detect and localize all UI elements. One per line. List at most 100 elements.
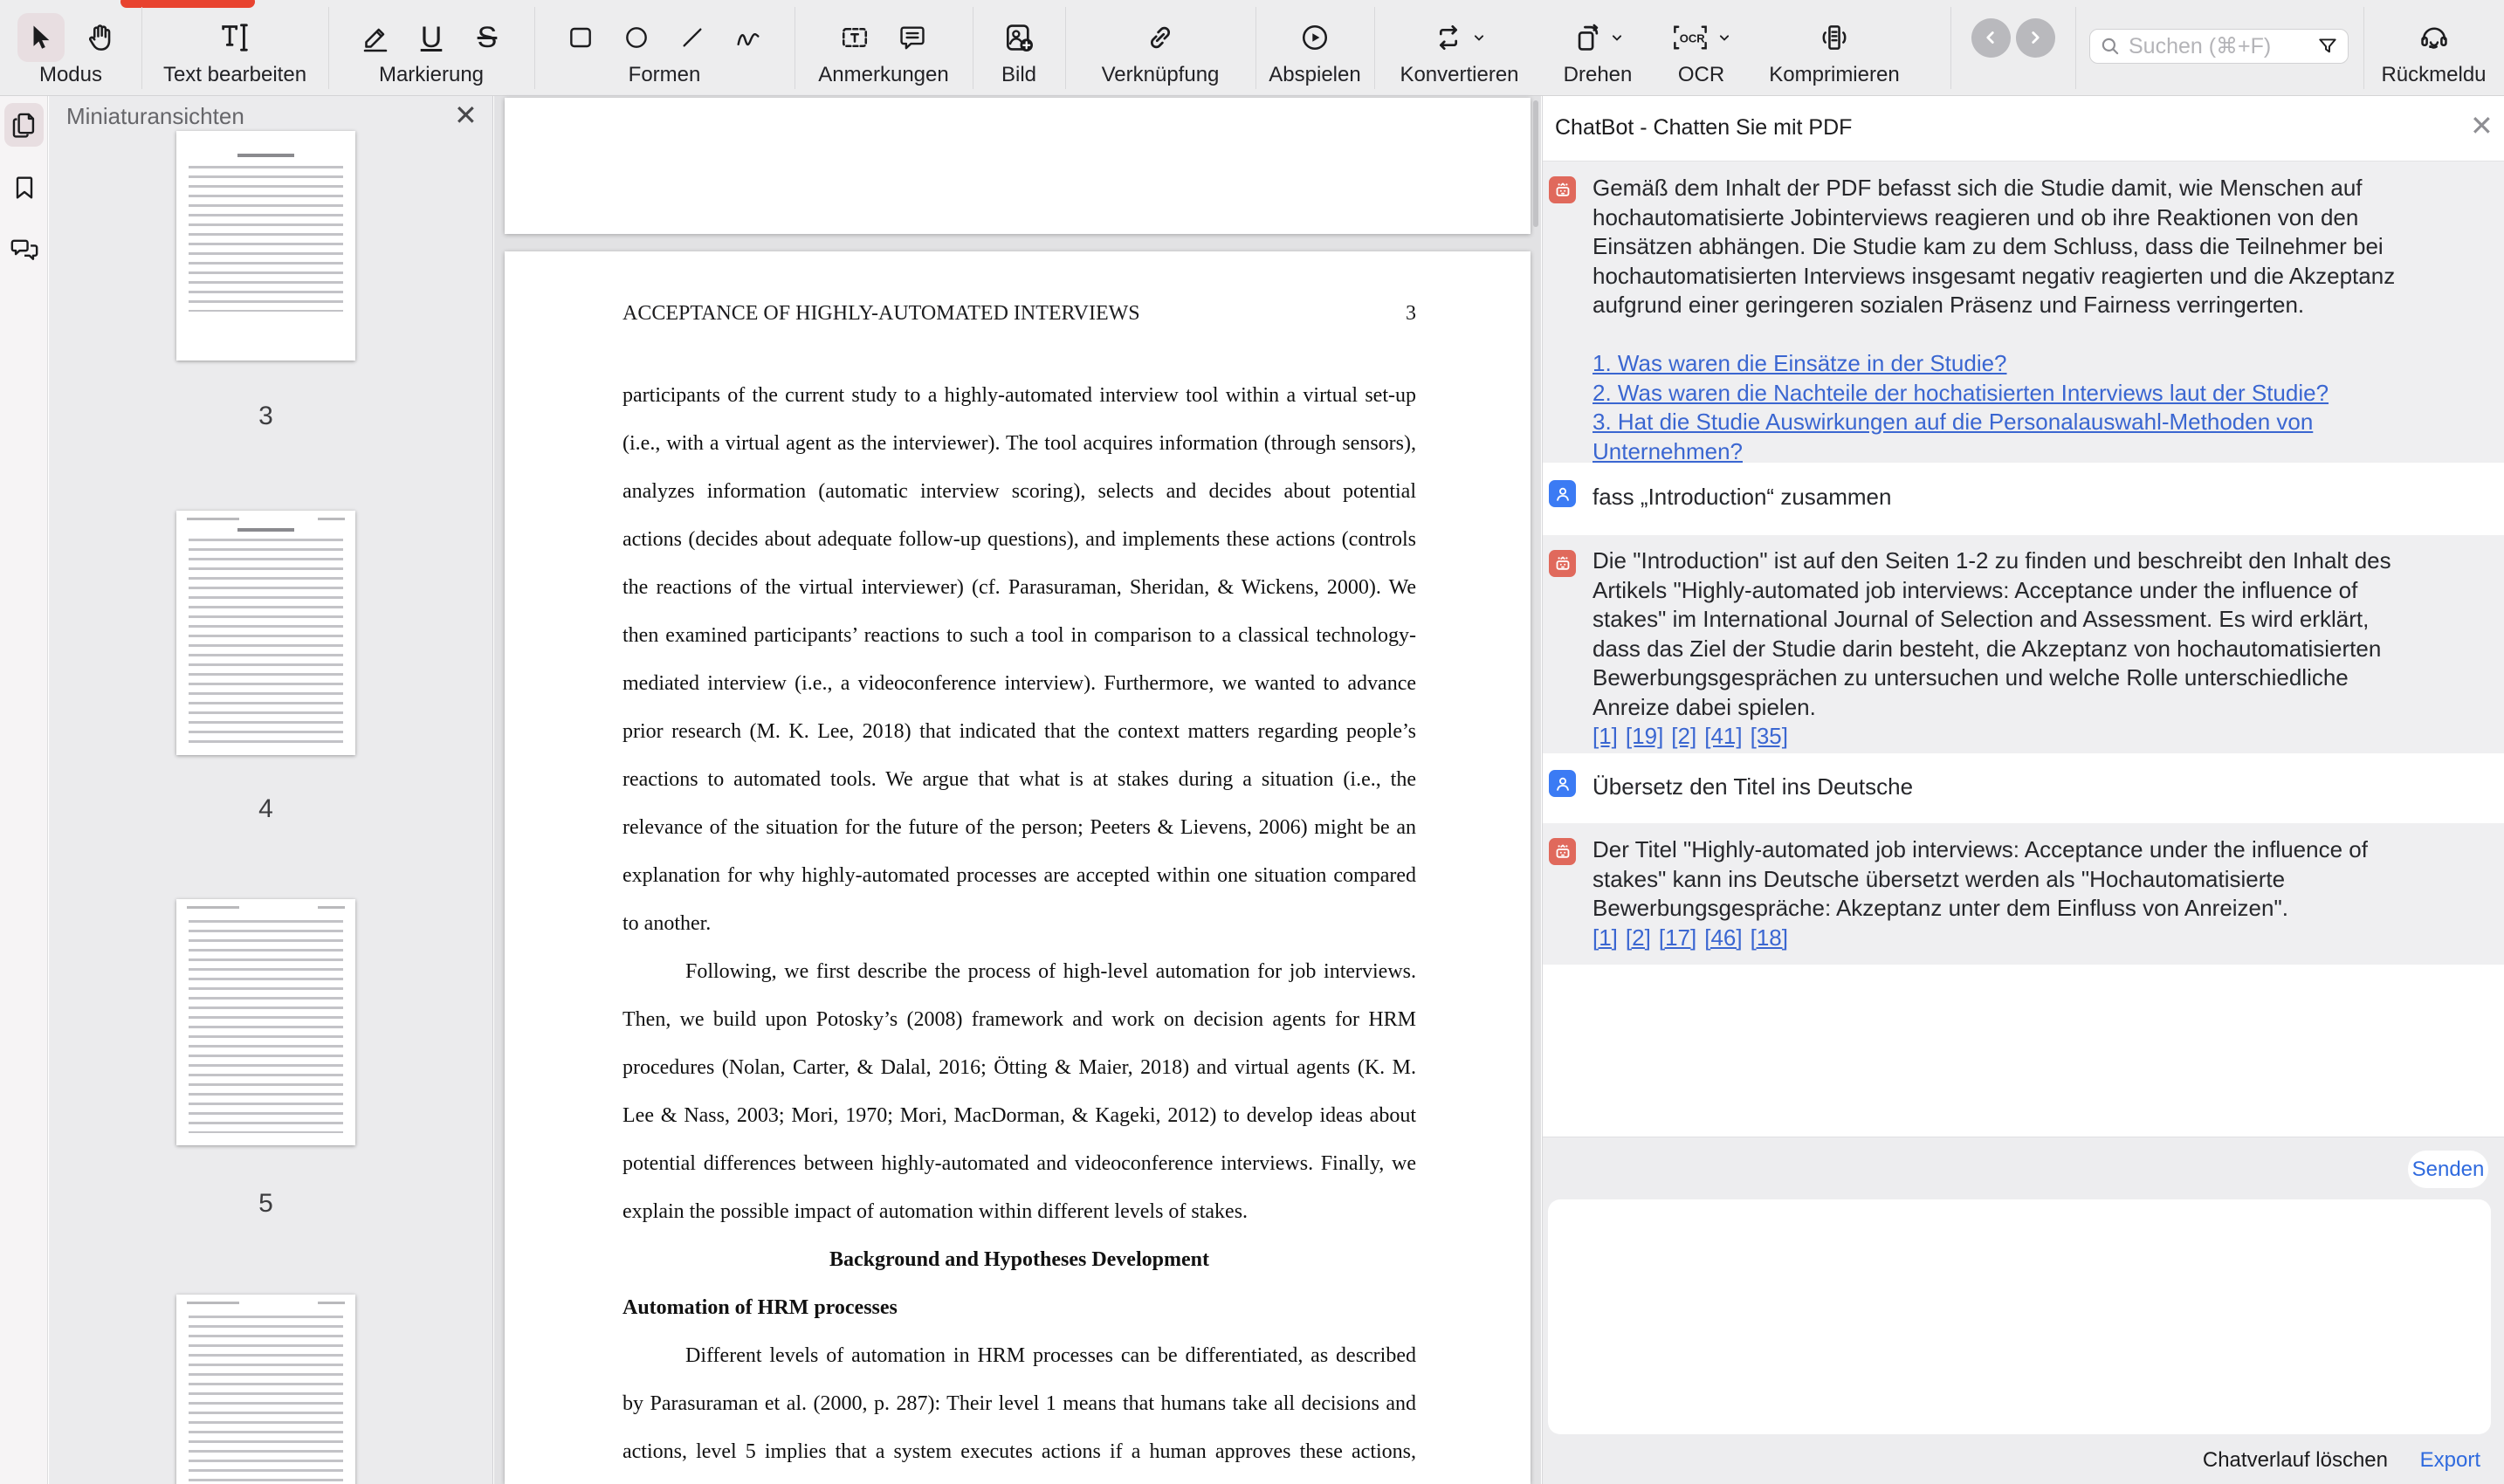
text-annotation-button[interactable] <box>834 13 876 62</box>
strikethrough-icon: S <box>478 23 498 52</box>
feedback-button[interactable] <box>2411 13 2458 62</box>
pdf-subsection-heading: Automation of HRM processes <box>623 1284 1416 1332</box>
clear-chat-button[interactable]: Chatverlauf löschen <box>2203 1448 2388 1473</box>
chat-message-body: Der Titel "Highly-automated job intervie… <box>1593 836 2368 921</box>
chatbot-close-button[interactable]: ✕ <box>2470 112 2494 140</box>
thumbnail-label-4: 4 <box>176 794 355 824</box>
citation-link[interactable]: [19] <box>1626 723 1663 749</box>
pdf-page-3: ACCEPTANCE OF HIGHLY-AUTOMATED INTERVIEW… <box>505 251 1531 1484</box>
forward-button[interactable] <box>2016 18 2055 58</box>
export-link[interactable]: Export <box>2420 1448 2480 1473</box>
toolbar-group-komprimieren: Komprimieren <box>1751 0 1917 96</box>
citation-link[interactable]: [1] <box>1593 924 1618 951</box>
rectangle-icon <box>567 24 595 52</box>
send-button[interactable]: Senden <box>2408 1151 2488 1188</box>
thumbnail-page-4[interactable] <box>176 511 355 755</box>
bookmarks-tab-button[interactable] <box>4 166 44 210</box>
citation-link[interactable]: [17] <box>1659 924 1696 951</box>
ocr-button[interactable]: OCR <box>1663 13 1740 62</box>
toolbar-label-modus: Modus <box>0 63 141 87</box>
play-button[interactable] <box>1291 13 1338 62</box>
pdf-line: prior research (M. K. Lee, 2018) that in… <box>623 708 1416 756</box>
toolbar-label-formen: Formen <box>534 63 795 87</box>
search-input[interactable] <box>2129 34 2309 59</box>
thumbnails-panel-title: Miniaturansichten <box>66 103 244 130</box>
main-scrollbar-thumb[interactable] <box>1533 100 1538 227</box>
chat-message-text: fass „Introduction“ zusammen <box>1593 483 2400 512</box>
thumbnails-tab-button[interactable] <box>4 103 44 147</box>
pdf-line: Lee & Nass, 2003; Mori, 1970; Mori, MacD… <box>623 1092 1416 1140</box>
highlight-button[interactable] <box>355 13 396 62</box>
hand-mode-button[interactable] <box>77 13 124 62</box>
toolbar-label-text-bearbeiten: Text bearbeiten <box>141 63 328 87</box>
chat-input-area: Senden Chatverlauf löschen Export <box>1543 1137 2504 1484</box>
compress-icon <box>1818 21 1851 54</box>
toolbar-group-konvertieren: Konvertieren <box>1374 0 1544 96</box>
pdf-line: actions (decides about adequate follow-u… <box>623 516 1416 564</box>
comment-annotation-button[interactable] <box>891 13 933 62</box>
select-mode-button[interactable] <box>17 13 65 62</box>
citation-link[interactable]: [35] <box>1751 723 1788 749</box>
ellipse-shape-button[interactable] <box>617 13 656 62</box>
thumbnail-page-5[interactable] <box>176 899 355 1145</box>
toolbar-group-navigation <box>1950 0 2075 96</box>
chevron-down-icon <box>1608 29 1626 46</box>
toolbar-label-konvertieren: Konvertieren <box>1374 63 1544 87</box>
chat-message-text: Der Titel "Highly-automated job intervie… <box>1593 835 2400 952</box>
citation-link[interactable]: [41] <box>1704 723 1742 749</box>
citation-link[interactable]: [2] <box>1671 723 1696 749</box>
robot-icon <box>1552 180 1573 201</box>
pencil-icon <box>360 22 391 53</box>
toolbar-label-ocr: OCR <box>1651 63 1751 87</box>
edit-text-button[interactable] <box>211 13 258 62</box>
citation-link[interactable]: [46] <box>1704 924 1742 951</box>
chevron-left-icon <box>1981 28 2000 47</box>
search-box[interactable] <box>2089 29 2349 64</box>
cursor-arrow-icon <box>26 23 56 52</box>
link-button[interactable] <box>1137 13 1184 62</box>
toolbar-group-text-bearbeiten: Text bearbeiten <box>141 0 328 96</box>
strikethrough-button[interactable]: S <box>467 13 507 62</box>
chat-message-text: Übersetz den Titel ins Deutsche <box>1593 773 2400 802</box>
toolbar-label-feedback: Rückmeldu <box>2363 63 2504 87</box>
thumbnail-page-6[interactable] <box>176 1295 355 1484</box>
convert-button[interactable] <box>1422 13 1497 62</box>
suggested-questions: 1. Was waren die Einsätze in der Studie?… <box>1593 349 2448 466</box>
thumbnails-close-button[interactable]: ✕ <box>454 101 478 129</box>
pdf-running-head: ACCEPTANCE OF HIGHLY-AUTOMATED INTERVIEW… <box>623 302 1416 326</box>
chat-message-bot: Die "Introduction" ist auf den Seiten 1-… <box>1543 535 2504 753</box>
underline-button[interactable]: U <box>411 13 451 62</box>
chat-input-field[interactable] <box>1548 1199 2491 1434</box>
thumbnail-page-3[interactable] <box>176 131 355 361</box>
back-button[interactable] <box>1971 18 2011 58</box>
suggested-question-link[interactable]: 1. Was waren die Einsätze in der Studie? <box>1593 350 2007 376</box>
citation-link[interactable]: [2] <box>1626 924 1651 951</box>
pdf-line: reactions to automated tools. We argue t… <box>623 756 1416 804</box>
suggested-question-link[interactable]: 3. Hat die Studie Auswirkungen auf die P… <box>1593 409 2313 464</box>
pdf-line: explain the possible impact of automatio… <box>623 1188 1416 1236</box>
user-avatar <box>1549 770 1576 797</box>
pdf-line: procedures (Nolan, Carter, & Dalal, 2016… <box>623 1044 1416 1092</box>
rectangle-shape-button[interactable] <box>561 13 600 62</box>
pdf-line: explanation for why highly-automated pro… <box>623 852 1416 900</box>
suggested-question-link[interactable]: 2. Was waren die Nachteile der hochatisi… <box>1593 380 2329 406</box>
chevron-down-icon <box>1470 29 1488 46</box>
convert-icon <box>1432 21 1465 54</box>
citation-link[interactable]: [1] <box>1593 723 1618 749</box>
chatbot-header: ChatBot - Chatten Sie mit PDF ✕ <box>1543 96 2504 161</box>
toolbar-label-verknuepfung: Verknüpfung <box>1065 63 1255 87</box>
pdf-line: Following, we first describe the process… <box>623 948 1416 996</box>
pdf-section-heading: Background and Hypotheses Development <box>623 1236 1416 1284</box>
insert-image-button[interactable] <box>995 13 1042 62</box>
comments-tab-button[interactable] <box>4 227 44 271</box>
bookmark-icon <box>10 174 38 202</box>
ocr-icon: OCR <box>1670 21 1710 54</box>
pdf-line: analyzes information (automatic intervie… <box>623 468 1416 516</box>
filter-icon[interactable] <box>2316 35 2339 58</box>
freehand-draw-button[interactable] <box>729 13 767 62</box>
compress-button[interactable] <box>1811 13 1858 62</box>
citation-link[interactable]: [18] <box>1751 924 1788 951</box>
search-icon <box>2099 35 2122 58</box>
line-shape-button[interactable] <box>673 13 712 62</box>
rotate-button[interactable] <box>1561 13 1634 62</box>
